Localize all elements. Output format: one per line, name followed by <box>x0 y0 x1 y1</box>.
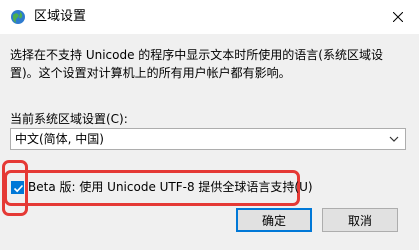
region-settings-dialog: 区域设置 选择在不支持 Unicode 的程序中显示文本时所使用的语言(系统区域… <box>0 0 419 250</box>
locale-value: 中文(简体, 中国) <box>15 132 104 146</box>
locale-dropdown[interactable]: 中文(简体, 中国) <box>10 128 406 150</box>
close-button[interactable] <box>377 0 419 34</box>
beta-utf8-label[interactable]: Beta 版: 使用 Unicode UTF-8 提供全球语言支持(U) <box>28 179 313 195</box>
close-icon <box>393 12 403 22</box>
ok-button[interactable]: 确定 <box>236 208 312 232</box>
dialog-title: 区域设置 <box>34 9 87 24</box>
beta-utf8-checkbox[interactable] <box>11 181 24 194</box>
chevron-down-icon <box>389 136 399 142</box>
title-bar[interactable]: 区域设置 <box>0 0 419 34</box>
description-text: 选择在不支持 Unicode 的程序中显示文本时所使用的语言(系统区域设置)。这… <box>10 48 383 80</box>
globe-icon <box>11 10 25 24</box>
cancel-button[interactable]: 取消 <box>322 208 398 232</box>
locale-label: 当前系统区域设置(C): <box>10 112 128 126</box>
checkmark-icon <box>13 184 24 193</box>
